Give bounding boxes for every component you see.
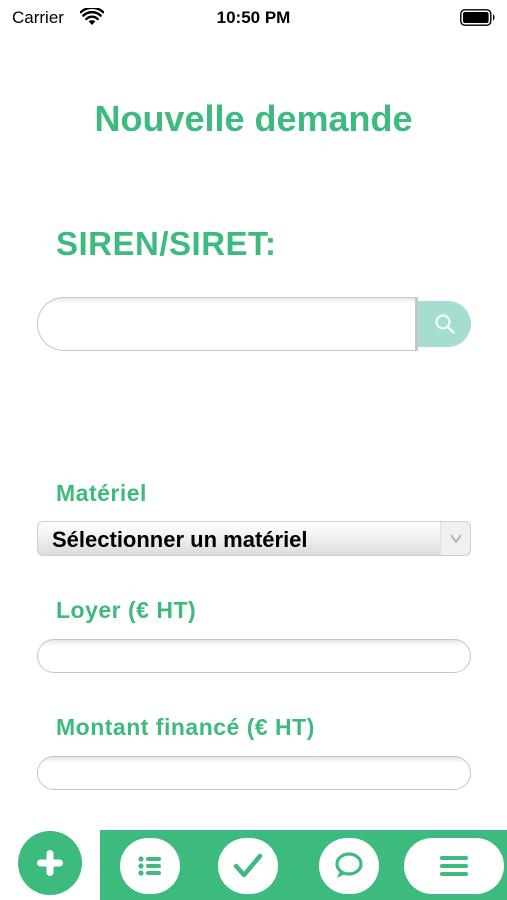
loyer-label: Loyer (€ HT) [56,597,197,623]
add-request-button[interactable] [18,831,82,895]
tab-validated[interactable] [218,838,278,894]
montant-label: Montant financé (€ HT) [56,714,315,740]
loyer-input[interactable] [37,639,471,673]
search-button[interactable] [418,301,471,347]
materiel-select[interactable]: Sélectionner un matériel [37,521,471,556]
bottom-tab-bar [100,830,507,900]
clock: 10:50 PM [216,8,291,27]
menu-icon [440,856,468,876]
page-title: Nouvelle demande [94,98,413,139]
materiel-label: Matériel [56,480,147,506]
select-arrow [440,522,470,555]
siren-search-bar [37,297,471,351]
list-icon [138,856,161,876]
chevron-down-icon [450,534,462,543]
tab-messages[interactable] [319,838,379,894]
chat-bubble-icon [335,852,363,878]
plus-icon [37,850,63,876]
materiel-select-value: Sélectionner un matériel [52,527,308,552]
checkmark-icon [233,853,263,878]
siren-input[interactable] [37,297,418,351]
tab-menu[interactable] [404,838,504,894]
tab-list[interactable] [120,838,180,894]
battery-icon [460,9,495,26]
search-icon [435,314,455,334]
montant-input[interactable] [37,756,471,790]
status-bar: Carrier 10:50 PM [0,0,507,36]
siren-label: SIREN/SIRET: [56,225,277,262]
